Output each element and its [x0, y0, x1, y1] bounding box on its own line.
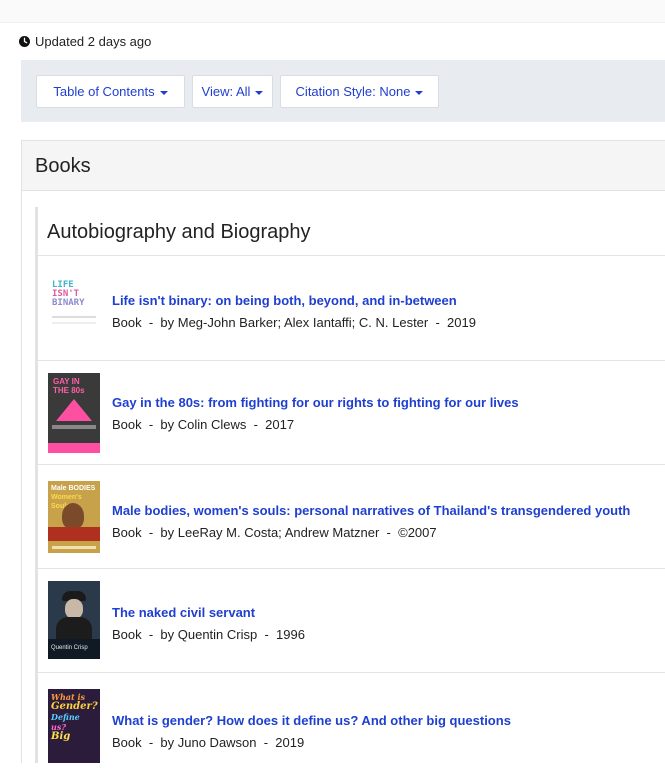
autobiography-section: Autobiography and Biography LIFE ISN'T B… — [35, 207, 665, 763]
view-all-label: View: All — [201, 84, 251, 99]
list-item: Male BODIES Women's Souls Male bodies, w… — [38, 465, 665, 569]
book-meta: Book - by Quentin Crisp - 1996 — [112, 627, 305, 642]
caret-down-icon — [159, 90, 168, 95]
book-cover-image[interactable]: LIFE ISN'T BINARY — [48, 277, 100, 337]
book-cover-image[interactable]: Male BODIES Women's Souls — [48, 481, 100, 553]
cover-text: Define — [51, 712, 80, 722]
book-meta: Book - by Colin Clews - 2017 — [112, 417, 295, 432]
top-strip — [0, 0, 665, 23]
list-item: What is Gender? Define us? Big What is g… — [38, 673, 665, 777]
list-item: LIFE ISN'T BINARY Life isn't binary: on … — [38, 257, 665, 361]
book-title-link[interactable]: The naked civil servant — [112, 605, 255, 620]
book-meta: Book - by Meg-John Barker; Alex Iantaffi… — [112, 315, 476, 330]
cover-text: BINARY — [52, 298, 85, 308]
list-item: Quentin Crisp The naked civil servant Bo… — [38, 569, 665, 673]
view-all-button[interactable]: View: All — [192, 75, 273, 108]
book-meta: Book - by LeeRay M. Costa; Andrew Matzne… — [112, 525, 437, 540]
books-panel: Books Autobiography and Biography LIFE I… — [21, 140, 665, 763]
updated-status: Updated 2 days ago — [19, 31, 151, 51]
table-of-contents-button[interactable]: Table of Contents — [36, 75, 185, 108]
book-title-link[interactable]: Gay in the 80s: from fighting for our ri… — [112, 395, 519, 410]
list-item: GAY IN THE 80s Gay in the 80s: from figh… — [38, 361, 665, 465]
section-title: Autobiography and Biography — [38, 207, 665, 256]
book-title-link[interactable]: Life isn't binary: on being both, beyond… — [112, 293, 457, 308]
citation-style-button[interactable]: Citation Style: None — [280, 75, 439, 108]
updated-text: Updated 2 days ago — [35, 33, 152, 49]
cover-text: GAY IN — [53, 377, 80, 386]
clock-icon — [19, 35, 30, 47]
cover-text: THE 80s — [53, 386, 85, 395]
book-cover-image[interactable]: GAY IN THE 80s — [48, 373, 100, 453]
table-of-contents-label: Table of Contents — [53, 84, 155, 99]
books-panel-title: Books — [22, 141, 665, 191]
book-meta: Book - by Juno Dawson - 2019 — [112, 735, 305, 750]
book-title-link[interactable]: What is gender? How does it define us? A… — [112, 713, 511, 728]
book-title-link[interactable]: Male bodies, women's souls: personal nar… — [112, 503, 630, 518]
book-cover-image[interactable]: What is Gender? Define us? Big — [48, 689, 100, 763]
cover-text: Big — [51, 731, 71, 742]
cover-text: Quentin Crisp — [51, 645, 88, 651]
cover-text: Male BODIES — [51, 485, 96, 492]
citation-style-label: Citation Style: None — [295, 84, 411, 99]
caret-down-icon — [415, 90, 424, 95]
caret-down-icon — [255, 90, 264, 95]
cover-text: Gender? — [51, 701, 98, 712]
book-cover-image[interactable]: Quentin Crisp — [48, 581, 100, 659]
guide-toolbar: Table of Contents View: All Citation Sty… — [21, 60, 665, 122]
